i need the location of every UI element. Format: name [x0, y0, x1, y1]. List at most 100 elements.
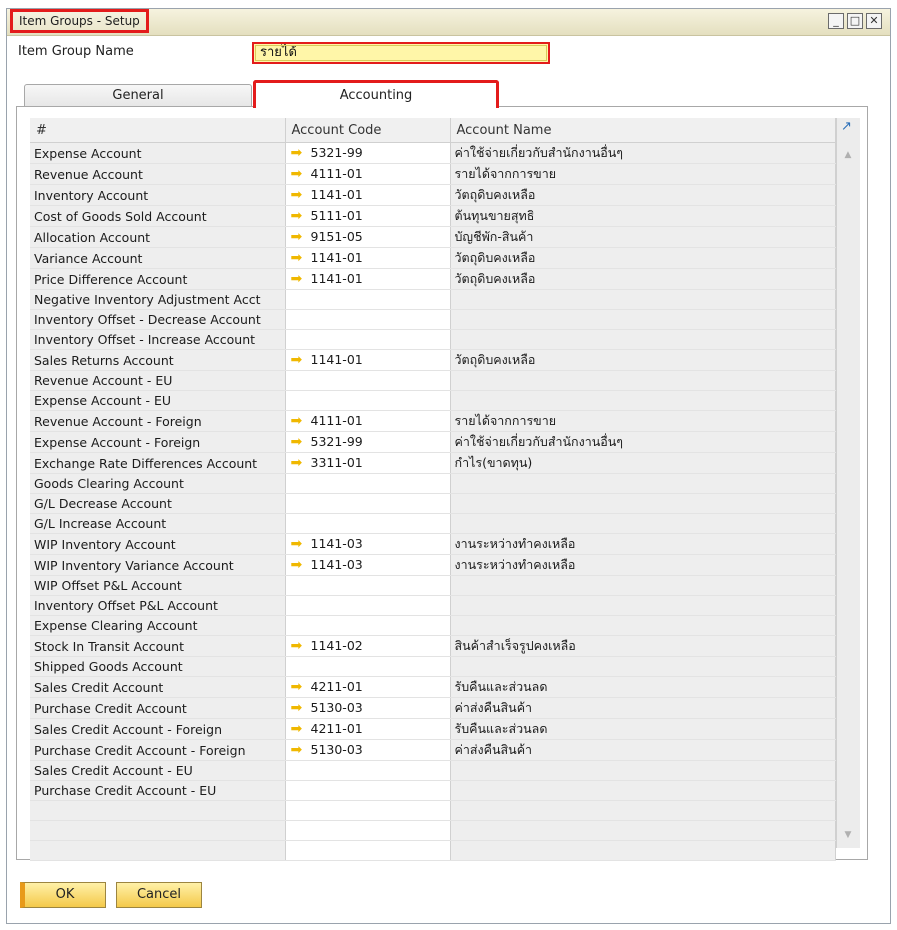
table-row[interactable]: Expense Account - Foreign ➡ 5321-99 ค่าใช้จ…	[30, 431, 836, 453]
link-arrow-icon[interactable]: ➡	[291, 229, 311, 245]
vertical-scrollbar[interactable]: ↗ ▲ ▼	[836, 118, 860, 848]
account-code-cell[interactable]	[285, 493, 451, 514]
account-code-cell[interactable]: ➡ 1141-03	[285, 533, 451, 555]
table-row[interactable]: Cost of Goods Sold Account ➡ 5111-01 ต้นทุน…	[30, 205, 836, 227]
table-row[interactable]: Expense Account - EU	[30, 390, 836, 411]
account-code-cell[interactable]	[285, 820, 451, 841]
account-code-cell[interactable]: ➡ 5111-01	[285, 205, 451, 227]
table-row[interactable]: Expense Clearing Account	[30, 615, 836, 636]
account-code-cell[interactable]: ➡ 5321-99	[285, 431, 451, 453]
table-row[interactable]: Variance Account ➡ 1141-01 วัตถุดิบคงเหลือ	[30, 247, 836, 269]
account-code-cell[interactable]: ➡ 1141-01	[285, 247, 451, 269]
account-code-cell[interactable]: ➡ 4211-01	[285, 676, 451, 698]
table-row[interactable]: Sales Credit Account ➡ 4211-01 รับคืนและส่ว…	[30, 676, 836, 698]
table-row[interactable]: Sales Credit Account - EU	[30, 760, 836, 781]
scroll-up-arrow-icon[interactable]: ▲	[841, 150, 855, 162]
account-code-cell[interactable]: ➡ 1141-01	[285, 349, 451, 371]
table-row[interactable]	[30, 840, 836, 861]
table-row[interactable]: Purchase Credit Account - EU	[30, 780, 836, 801]
table-row[interactable]: Price Difference Account ➡ 1141-01 วัตถุดิบ…	[30, 268, 836, 290]
table-row[interactable]: Purchase Credit Account ➡ 5130-03 ค่าส่งคืน…	[30, 697, 836, 719]
link-arrow-icon[interactable]: ➡	[291, 557, 311, 573]
account-code-cell[interactable]	[285, 370, 451, 391]
link-arrow-icon[interactable]: ➡	[291, 434, 311, 450]
table-row[interactable]: Allocation Account ➡ 9151-05 บัญชีพัก-สินค้…	[30, 226, 836, 248]
account-code-cell[interactable]: ➡ 4111-01	[285, 163, 451, 185]
link-arrow-icon[interactable]: ➡	[291, 208, 311, 224]
column-header-account-code[interactable]: Account Code	[285, 118, 451, 143]
account-code-cell[interactable]	[285, 760, 451, 781]
item-group-name-input[interactable]: รายได้	[252, 42, 550, 64]
link-arrow-icon[interactable]: ➡	[291, 742, 311, 758]
table-row[interactable]: WIP Offset P&L Account	[30, 575, 836, 596]
account-code-cell[interactable]: ➡ 9151-05	[285, 226, 451, 248]
account-code-cell[interactable]: ➡ 1141-02	[285, 635, 451, 657]
table-row[interactable]	[30, 800, 836, 821]
account-code-cell[interactable]: ➡ 1141-01	[285, 268, 451, 290]
account-code-cell[interactable]	[285, 473, 451, 494]
account-code-cell[interactable]: ➡ 1141-03	[285, 554, 451, 576]
link-arrow-icon[interactable]: ➡	[291, 721, 311, 737]
table-row[interactable]: WIP Inventory Account ➡ 1141-03 งานระหว่างท…	[30, 533, 836, 555]
account-code-cell[interactable]: ➡ 3311-01	[285, 452, 451, 474]
table-row[interactable]: Inventory Offset - Increase Account	[30, 329, 836, 350]
link-arrow-icon[interactable]: ➡	[291, 352, 311, 368]
account-code-cell[interactable]	[285, 615, 451, 636]
column-header-number[interactable]: #	[30, 118, 286, 143]
account-code-cell[interactable]	[285, 595, 451, 616]
link-arrow-icon[interactable]: ➡	[291, 271, 311, 287]
account-code-cell[interactable]: ➡ 5130-03	[285, 739, 451, 761]
table-row[interactable]: Inventory Offset P&L Account	[30, 595, 836, 616]
link-arrow-icon[interactable]: ➡	[291, 455, 311, 471]
tab-general[interactable]: General	[24, 84, 252, 108]
link-arrow-icon[interactable]: ➡	[291, 700, 311, 716]
expand-icon[interactable]: ↗	[841, 120, 853, 133]
account-code-cell[interactable]	[285, 800, 451, 821]
table-row[interactable]: WIP Inventory Variance Account ➡ 1141-03 งา…	[30, 554, 836, 576]
account-code-cell[interactable]: ➡ 4111-01	[285, 410, 451, 432]
account-code-cell[interactable]: ➡ 1141-01	[285, 184, 451, 206]
account-code-cell[interactable]	[285, 840, 451, 861]
table-row[interactable]: Revenue Account - Foreign ➡ 4111-01 รายได้จ…	[30, 410, 836, 432]
link-arrow-icon[interactable]: ➡	[291, 145, 311, 161]
account-code-cell[interactable]	[285, 513, 451, 534]
table-row[interactable]: G/L Increase Account	[30, 513, 836, 534]
account-code-cell[interactable]: ➡ 5321-99	[285, 142, 451, 164]
table-row[interactable]: Stock In Transit Account ➡ 1141-02 สินค้าสำ…	[30, 635, 836, 657]
link-arrow-icon[interactable]: ➡	[291, 413, 311, 429]
account-code-cell[interactable]	[285, 390, 451, 411]
tab-accounting[interactable]: Accounting	[253, 80, 499, 108]
account-code-cell[interactable]: ➡ 4211-01	[285, 718, 451, 740]
scroll-down-arrow-icon[interactable]: ▼	[841, 830, 855, 842]
minimize-button[interactable]: _	[828, 13, 844, 29]
table-row[interactable]: Inventory Account ➡ 1141-01 วัตถุดิบคงเหลือ	[30, 184, 836, 206]
table-row[interactable]: Goods Clearing Account	[30, 473, 836, 494]
title-bar[interactable]: Item Groups - Setup _ □ ✕	[7, 9, 890, 36]
account-code-cell[interactable]	[285, 656, 451, 677]
table-row[interactable]: Shipped Goods Account	[30, 656, 836, 677]
table-row[interactable]	[30, 820, 836, 841]
cancel-button[interactable]: Cancel	[116, 882, 202, 908]
maximize-button[interactable]: □	[847, 13, 863, 29]
account-code-cell[interactable]	[285, 289, 451, 310]
account-code-cell[interactable]	[285, 575, 451, 596]
link-arrow-icon[interactable]: ➡	[291, 679, 311, 695]
link-arrow-icon[interactable]: ➡	[291, 187, 311, 203]
table-row[interactable]: Revenue Account ➡ 4111-01 รายได้จากการขาย	[30, 163, 836, 185]
link-arrow-icon[interactable]: ➡	[291, 638, 311, 654]
account-code-cell[interactable]	[285, 780, 451, 801]
link-arrow-icon[interactable]: ➡	[291, 166, 311, 182]
link-arrow-icon[interactable]: ➡	[291, 536, 311, 552]
table-row[interactable]: Exchange Rate Differences Account ➡ 3311-0…	[30, 452, 836, 474]
table-row[interactable]: Purchase Credit Account - Foreign ➡ 5130-0…	[30, 739, 836, 761]
column-header-account-name[interactable]: Account Name	[450, 118, 836, 143]
account-code-cell[interactable]: ➡ 5130-03	[285, 697, 451, 719]
ok-button[interactable]: OK	[20, 882, 106, 908]
table-row[interactable]: Revenue Account - EU	[30, 370, 836, 391]
table-row[interactable]: Inventory Offset - Decrease Account	[30, 309, 836, 330]
link-arrow-icon[interactable]: ➡	[291, 250, 311, 266]
table-row[interactable]: Negative Inventory Adjustment Acct	[30, 289, 836, 310]
table-row[interactable]: Expense Account ➡ 5321-99 ค่าใช้จ่ายเกี่ยวก…	[30, 142, 836, 164]
close-button[interactable]: ✕	[866, 13, 882, 29]
table-row[interactable]: Sales Returns Account ➡ 1141-01 วัตถุดิบคงเ…	[30, 349, 836, 371]
